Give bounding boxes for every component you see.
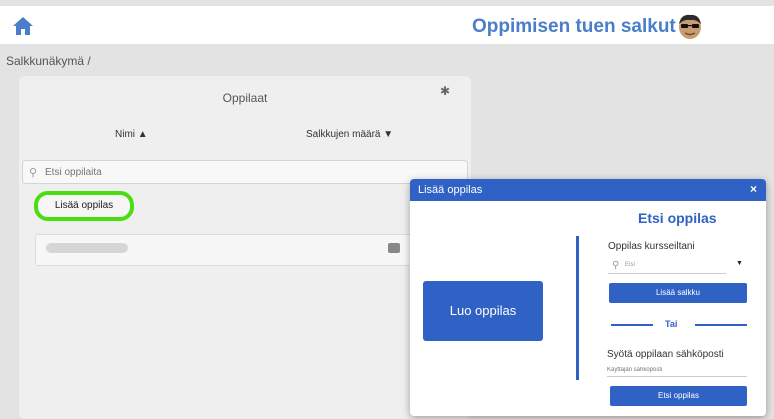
home-icon[interactable]: [12, 16, 34, 36]
find-student-button[interactable]: Etsi oppilas: [610, 386, 747, 406]
from-courses-label: Oppilas kursseiltani: [608, 241, 695, 252]
modal-title: Lisää oppilas: [418, 184, 483, 196]
find-student-title: Etsi oppilas: [638, 210, 717, 226]
gear-icon[interactable]: ✱: [440, 84, 450, 98]
modal-header: Lisää oppilas ×: [410, 179, 766, 201]
or-divider-right: [695, 324, 747, 326]
caret-down-icon[interactable]: ▼: [736, 260, 743, 267]
search-icon: ⚲: [612, 260, 620, 271]
create-student-button[interactable]: Luo oppilas: [423, 281, 543, 341]
add-portfolio-button[interactable]: Lisää salkku: [609, 283, 747, 303]
or-divider-left: [611, 324, 653, 326]
panel-title: Oppilaat: [222, 91, 268, 105]
emoji-sunglasses-icon[interactable]: [676, 12, 704, 40]
search-icon: ⚲: [29, 167, 38, 179]
close-icon[interactable]: ×: [750, 182, 757, 196]
course-student-select[interactable]: ⚲ Etsi ▼: [608, 258, 748, 274]
briefcase-icon: [388, 243, 400, 253]
app-title: Oppimisen tuen salkut: [472, 16, 676, 37]
student-row[interactable]: [35, 234, 475, 266]
student-search-input[interactable]: [45, 163, 445, 181]
select-underline: [608, 273, 726, 274]
student-search[interactable]: ⚲: [22, 160, 468, 184]
blurred-student-name: [46, 243, 128, 253]
sort-by-portfolio-count[interactable]: Salkkujen määrä ▼: [306, 129, 393, 140]
sort-by-name[interactable]: Nimi ▲: [115, 129, 148, 140]
or-label: Tai: [665, 319, 678, 329]
top-bar: Oppimisen tuen salkut: [0, 6, 774, 44]
breadcrumb[interactable]: Salkkunäkymä /: [6, 54, 91, 68]
add-student-button[interactable]: Lisää oppilas: [34, 191, 134, 221]
students-panel: Oppilaat ✱ Nimi ▲ Salkkujen määrä ▼ ⚲ Li…: [19, 76, 475, 419]
vertical-divider: [576, 236, 579, 380]
email-label: Syötä oppilaan sähköposti: [607, 349, 724, 360]
add-student-modal: Lisää oppilas × Luo oppilas Etsi oppilas…: [410, 179, 766, 416]
email-field[interactable]: [607, 363, 747, 377]
select-placeholder: Etsi: [625, 262, 636, 268]
